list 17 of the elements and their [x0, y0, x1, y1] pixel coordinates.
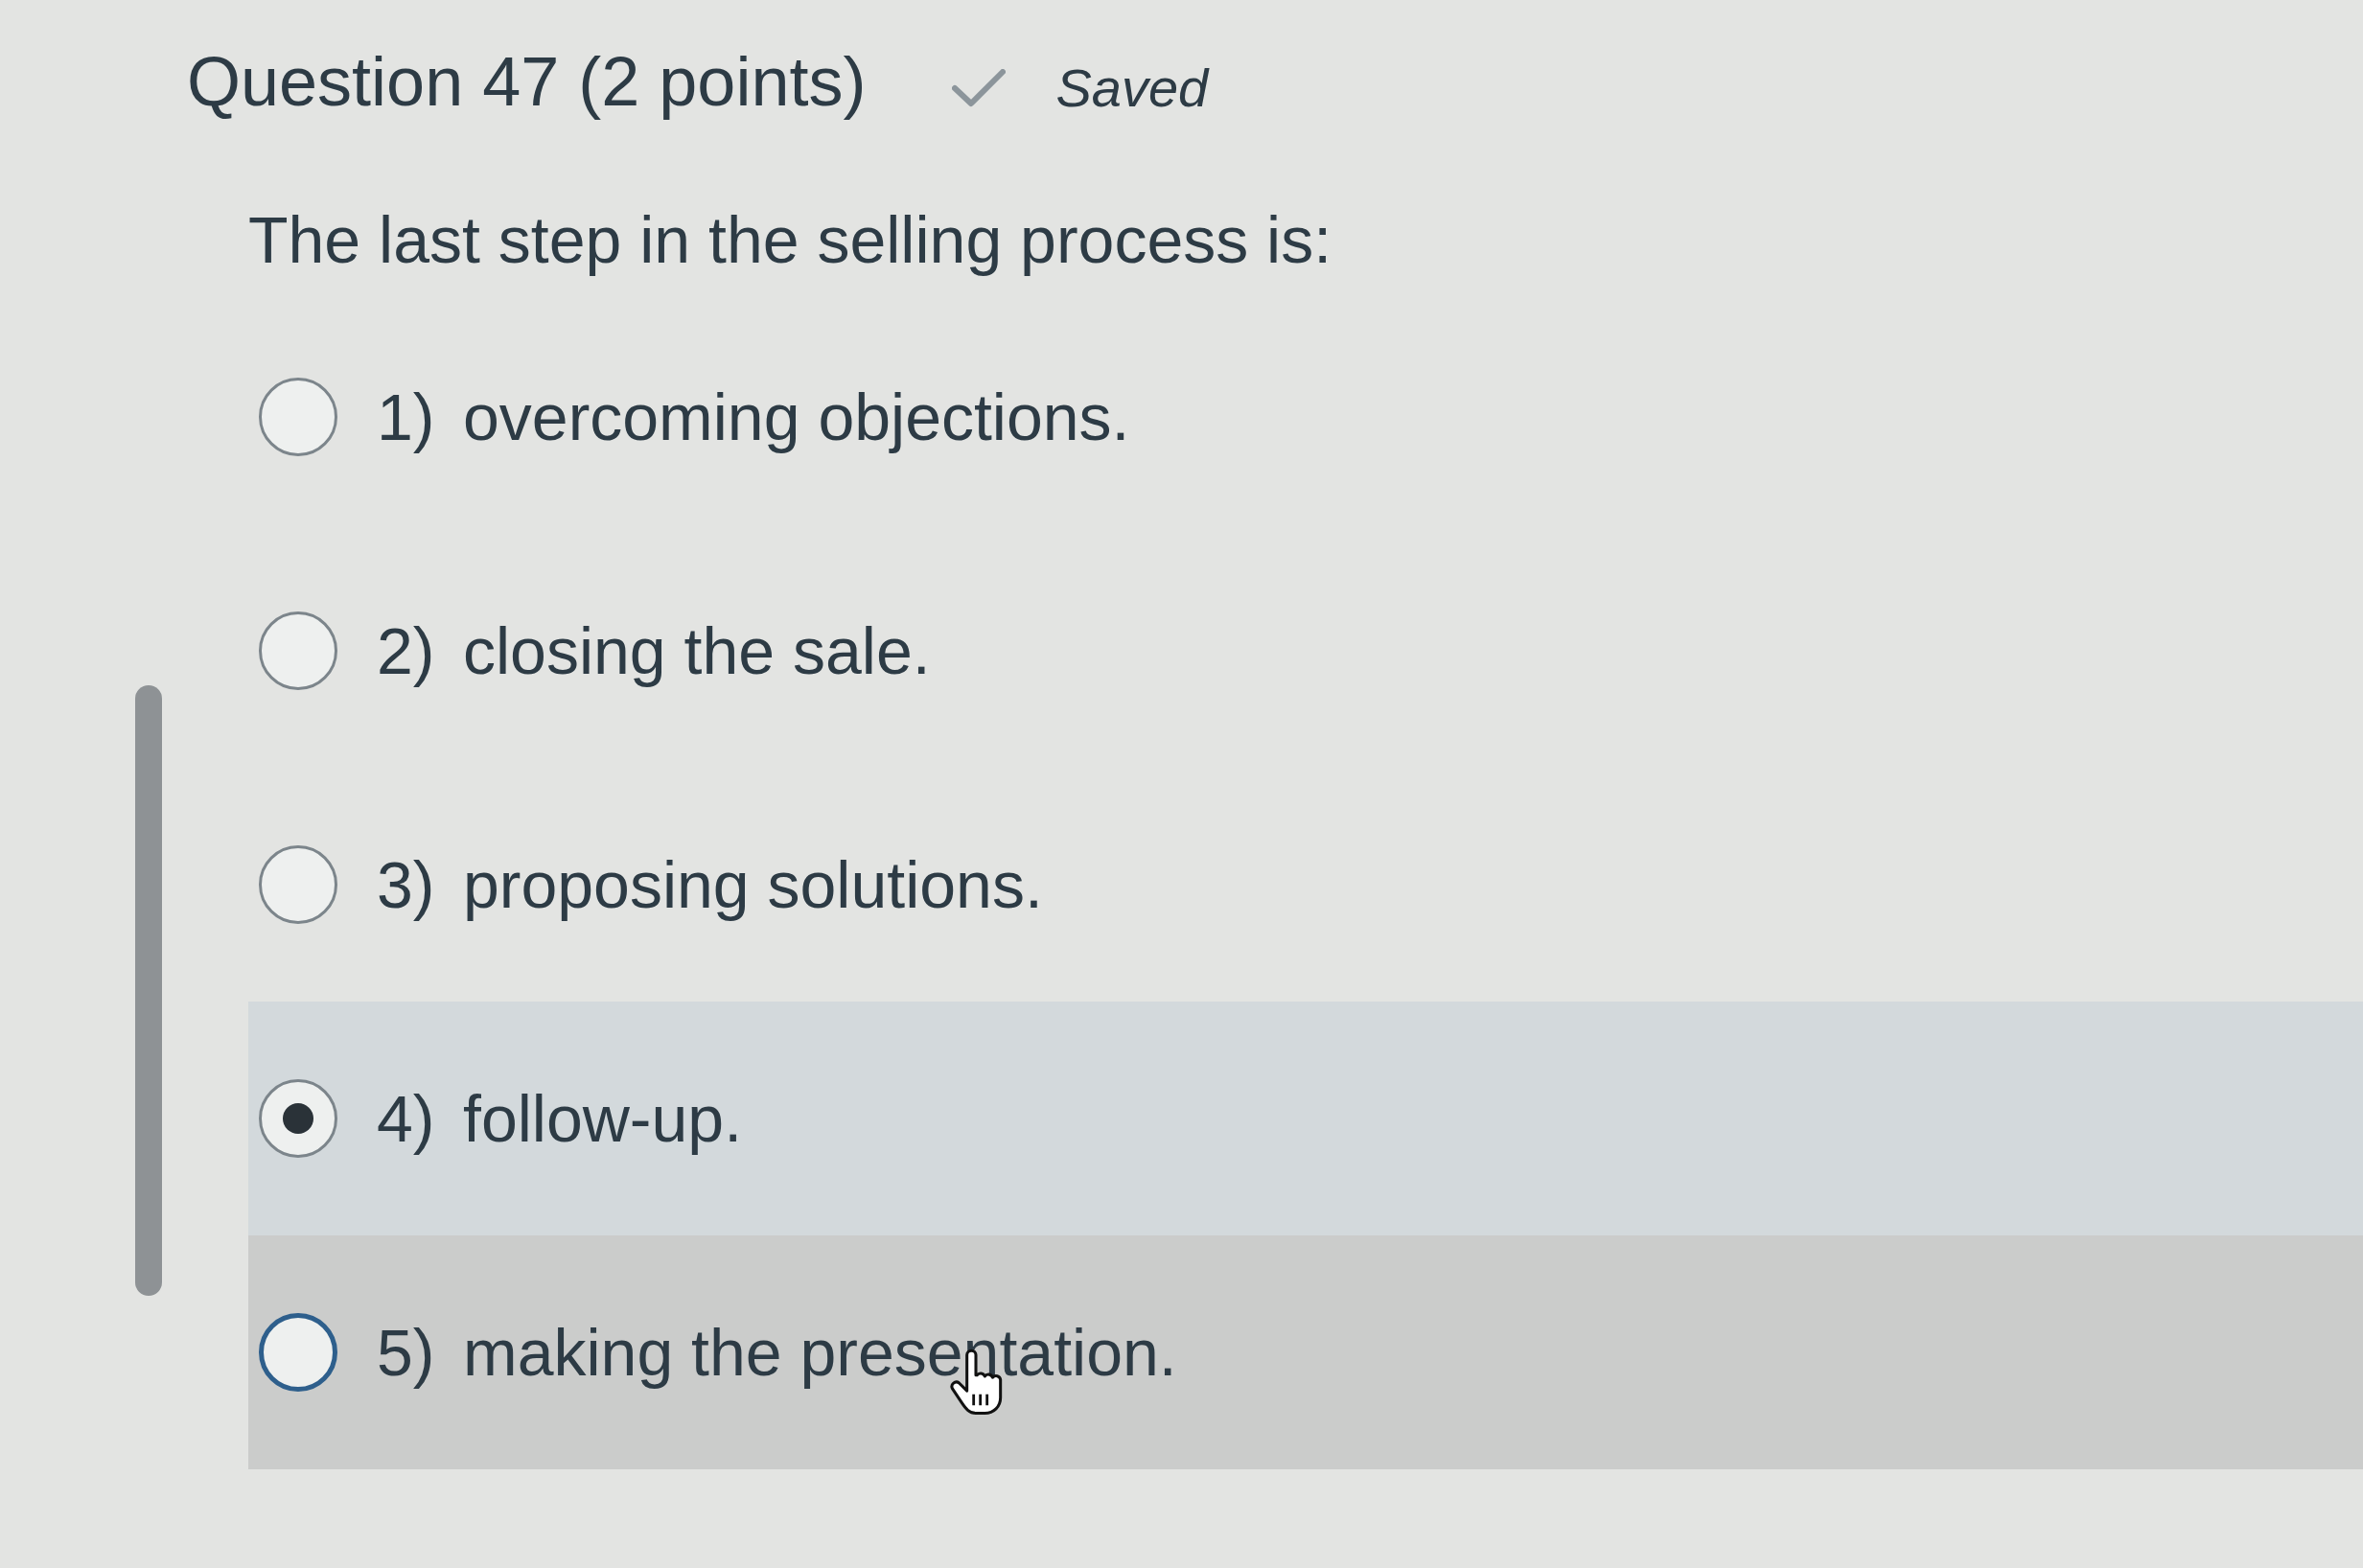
option-label[interactable]: follow-up.	[463, 1069, 743, 1167]
question-title: Question 47 (2 points)	[187, 41, 867, 122]
option-number: 1)	[377, 379, 434, 455]
scrollbar[interactable]	[135, 685, 162, 1296]
option-label[interactable]: making the presentation.	[463, 1303, 1177, 1401]
option-number: 2)	[377, 612, 434, 689]
option-number: 4)	[377, 1080, 434, 1157]
question-prompt: The last step in the selling process is:	[248, 202, 1333, 278]
checkmark-icon	[952, 69, 1007, 107]
option-number: 5)	[377, 1314, 434, 1391]
hovered-answer-row[interactable]: 5) making the presentation.	[248, 1234, 2363, 1469]
option-label[interactable]: proposing solutions.	[463, 835, 1043, 934]
selected-answer-row[interactable]: 4) follow-up.	[248, 1001, 2363, 1235]
save-status: Saved	[1055, 57, 1209, 120]
option-number: 3)	[377, 846, 434, 923]
option-label[interactable]: overcoming objections.	[463, 367, 1130, 466]
option-label[interactable]: closing the sale.	[463, 601, 931, 700]
